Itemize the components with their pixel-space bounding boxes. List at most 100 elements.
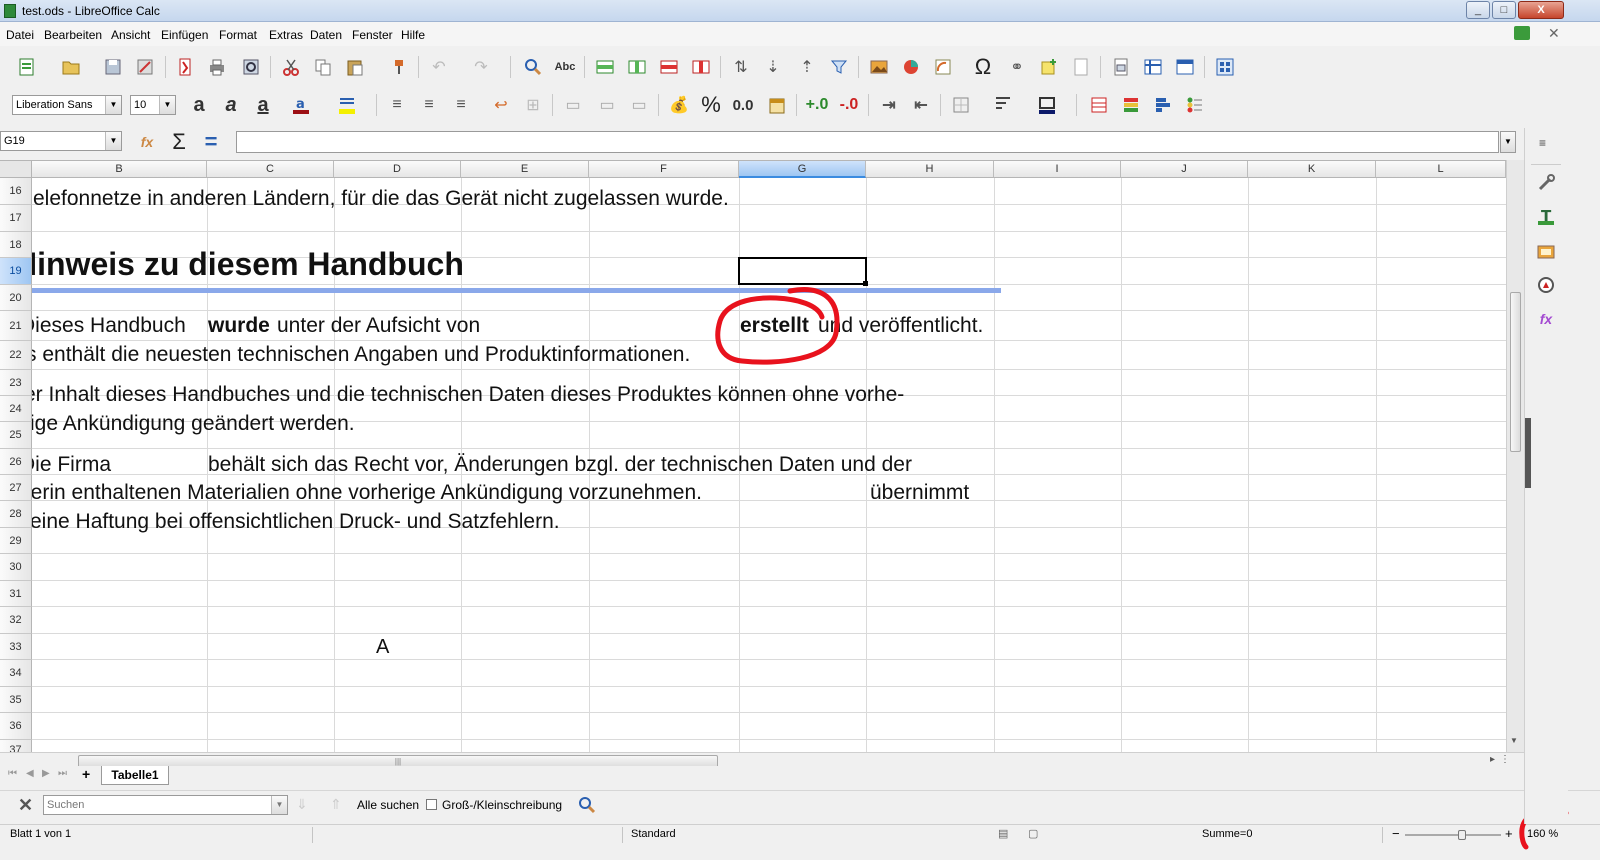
borders-icon[interactable]: [948, 92, 974, 118]
cell-d33[interactable]: A: [376, 636, 389, 659]
row-header-16[interactable]: 16: [0, 178, 32, 205]
chevron-down-icon[interactable]: ▼: [105, 96, 121, 114]
delete-decimal-icon[interactable]: -.0: [836, 92, 862, 118]
column-header-c[interactable]: C: [207, 161, 334, 178]
menu-fenster[interactable]: Fenster: [352, 28, 393, 42]
column-header-f[interactable]: F: [589, 161, 739, 178]
sort-ascending-icon[interactable]: ⇣: [760, 54, 786, 80]
input-line[interactable]: [236, 131, 1499, 153]
border-style-icon[interactable]: [990, 92, 1016, 118]
scroll-right-icon[interactable]: ▸: [1490, 754, 1495, 765]
menu-ansicht[interactable]: Ansicht: [111, 28, 150, 42]
column-header-k[interactable]: K: [1248, 161, 1376, 178]
autofilter-icon[interactable]: [826, 54, 852, 80]
align-left-icon[interactable]: ≡: [384, 92, 410, 118]
copy-icon[interactable]: [310, 54, 336, 80]
properties-icon[interactable]: [1533, 170, 1559, 196]
find-all-button[interactable]: Alle suchen: [357, 798, 419, 812]
chevron-down-icon[interactable]: ▼: [105, 132, 121, 150]
clone-formatting-icon[interactable]: [386, 54, 412, 80]
expand-formula-bar-icon[interactable]: ▼: [1500, 131, 1516, 153]
search-input[interactable]: Suchen ▼: [43, 795, 288, 815]
align-bottom-icon[interactable]: ▭: [626, 92, 652, 118]
match-case-checkbox[interactable]: [426, 799, 437, 810]
print-preview-icon[interactable]: [238, 54, 264, 80]
first-sheet-icon[interactable]: ⏮: [8, 768, 17, 779]
align-center-icon[interactable]: ≡: [416, 92, 442, 118]
column-header-h[interactable]: H: [866, 161, 994, 178]
row-header-22[interactable]: 22: [0, 341, 32, 370]
maximize-button[interactable]: □: [1492, 1, 1516, 19]
sum-icon[interactable]: Σ: [166, 129, 192, 155]
close-find-bar-icon[interactable]: ✕: [18, 795, 33, 816]
row-header-27[interactable]: 27: [0, 475, 32, 501]
add-decimal-icon[interactable]: +.0: [804, 92, 830, 118]
zoom-in-button[interactable]: +: [1505, 826, 1513, 841]
column-header-l[interactable]: L: [1376, 161, 1506, 178]
navigator-icon[interactable]: [1533, 272, 1559, 298]
row-header-33[interactable]: 33: [0, 634, 32, 660]
highlight-color-icon[interactable]: [334, 92, 360, 118]
gallery-icon[interactable]: [1533, 238, 1559, 264]
next-sheet-icon[interactable]: ▶: [42, 768, 50, 779]
menu-datei[interactable]: Datei: [6, 28, 34, 42]
comment-icon[interactable]: [1036, 54, 1062, 80]
conditional-format-icon[interactable]: [1086, 92, 1112, 118]
sort-descending-icon[interactable]: ⇡: [794, 54, 820, 80]
column-icon[interactable]: [624, 54, 650, 80]
menu-extras[interactable]: Extras: [269, 28, 303, 42]
column-header-g[interactable]: G: [739, 161, 866, 178]
icon-set-icon[interactable]: [1182, 92, 1208, 118]
find-next-icon[interactable]: ⇓: [296, 796, 308, 813]
column-header-j[interactable]: J: [1121, 161, 1248, 178]
underline-icon[interactable]: a: [250, 92, 276, 118]
save-icon[interactable]: [100, 54, 126, 80]
selected-cell-g19[interactable]: [738, 257, 867, 285]
find-previous-icon[interactable]: ⇑: [330, 796, 342, 813]
edit-file-icon[interactable]: [132, 54, 158, 80]
row-header-26[interactable]: 26: [0, 449, 32, 475]
menu-bearbeiten[interactable]: Bearbeiten: [44, 28, 102, 42]
increase-indent-icon[interactable]: ⇥: [876, 92, 902, 118]
font-color-icon[interactable]: a: [288, 92, 314, 118]
row-header-21[interactable]: 21: [0, 311, 32, 341]
row-header-23[interactable]: 23: [0, 370, 32, 396]
find-replace-icon[interactable]: [520, 54, 546, 80]
currency-icon[interactable]: 💰: [666, 92, 692, 118]
function-wizard-icon[interactable]: fx: [134, 129, 160, 155]
font-name-combo[interactable]: Liberation Sans ▼: [12, 95, 122, 115]
row-icon[interactable]: [592, 54, 618, 80]
zoom-slider[interactable]: [1405, 834, 1501, 836]
menu-hilfe[interactable]: Hilfe: [401, 28, 425, 42]
pivot-table-icon[interactable]: [930, 54, 956, 80]
update-icon[interactable]: [1514, 26, 1530, 40]
column-header-e[interactable]: E: [461, 161, 589, 178]
spreadsheet-grid[interactable]: B C D E F G H I J K L 16 17 18 19 20 21 …: [0, 160, 1506, 752]
last-sheet-icon[interactable]: ⏭: [58, 768, 67, 779]
row-header-25[interactable]: 25: [0, 422, 32, 449]
border-color-icon[interactable]: [1034, 92, 1060, 118]
fill-handle[interactable]: [863, 281, 868, 286]
spellcheck-icon[interactable]: Abc: [552, 54, 578, 80]
column-header-b[interactable]: B: [32, 161, 207, 178]
freeze-rows-columns-icon[interactable]: [1140, 54, 1166, 80]
decrease-indent-icon[interactable]: ⇤: [908, 92, 934, 118]
insert-chart-icon[interactable]: [898, 54, 924, 80]
add-sheet-button[interactable]: +: [82, 766, 90, 782]
menu-daten[interactable]: Daten: [310, 28, 342, 42]
splitter-handle-icon[interactable]: ⋮: [1500, 754, 1510, 765]
zoom-out-button[interactable]: −: [1392, 826, 1400, 841]
row-header-29[interactable]: 29: [0, 528, 32, 554]
column-header-i[interactable]: I: [994, 161, 1121, 178]
function-icon[interactable]: =: [198, 129, 224, 155]
new-document-icon[interactable]: [14, 54, 40, 80]
bold-icon[interactable]: a: [186, 92, 212, 118]
vertical-scroll-thumb[interactable]: [1510, 292, 1521, 452]
menu-format[interactable]: Format: [219, 28, 257, 42]
sheet-tab-tabelle1[interactable]: Tabelle1: [101, 766, 169, 785]
row-header-31[interactable]: 31: [0, 581, 32, 607]
italic-icon[interactable]: a: [218, 92, 244, 118]
data-bar-icon[interactable]: [1150, 92, 1176, 118]
menu-einfuegen[interactable]: Einfügen: [161, 28, 208, 42]
chevron-down-icon[interactable]: ▼: [271, 796, 287, 814]
